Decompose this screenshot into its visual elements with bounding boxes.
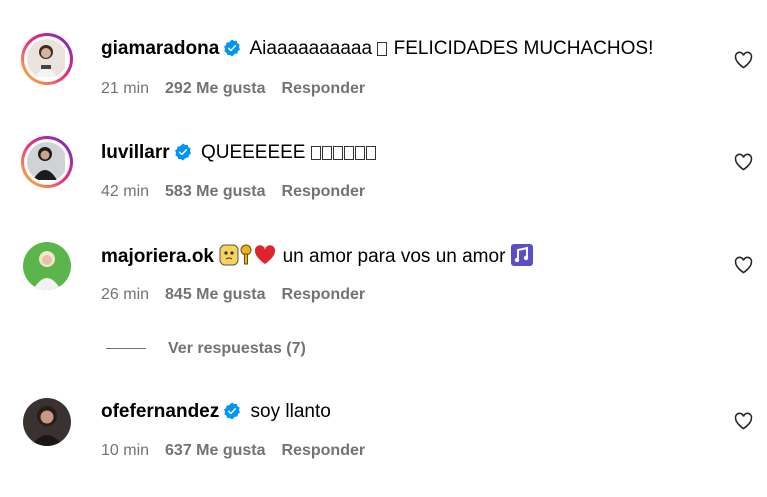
comment-text: un amor para vos un amor	[282, 246, 506, 267]
heart-outline-icon[interactable]	[734, 256, 753, 274]
username[interactable]: ofefernandez	[101, 401, 219, 422]
reply-button[interactable]: Responder	[282, 286, 366, 303]
avatar-ofefernandez[interactable]	[23, 398, 71, 446]
avatar-photo	[27, 142, 65, 180]
verified-badge-icon	[224, 402, 241, 420]
reply-button[interactable]: Responder	[282, 183, 366, 200]
view-replies-button[interactable]: Ver respuestas (7)	[106, 338, 306, 360]
avatar-giamaradona[interactable]	[21, 33, 73, 85]
comment-time: 42 min	[101, 183, 150, 200]
comment-meta: 10 min 637 Me gusta Responder	[101, 441, 381, 461]
heart-outline-icon[interactable]	[734, 153, 753, 171]
verified-badge-icon	[174, 143, 191, 161]
comment-time: 26 min	[101, 286, 150, 303]
comment-text-line: ofefernandez soy llanto	[101, 400, 331, 424]
music-notes-emoji-icon	[510, 244, 533, 266]
comment-text-end: FELICIDADES MUCHACHOS!	[393, 38, 654, 59]
avatar-photo	[23, 242, 71, 290]
username[interactable]: luvillarr	[101, 142, 170, 163]
likes-count[interactable]: 292 Me gusta	[165, 80, 265, 97]
comment-time: 10 min	[101, 442, 150, 459]
avatar-photo	[23, 398, 71, 446]
comment-text: QUEEEEEE	[200, 142, 306, 163]
heart-outline-icon[interactable]	[734, 412, 753, 430]
missing-glyph-icon	[377, 42, 388, 56]
likes-count[interactable]: 583 Me gusta	[165, 183, 265, 200]
comment-meta: 42 min 583 Me gusta Responder	[101, 182, 381, 202]
crying-face-emoji-icon	[219, 244, 239, 266]
key-emoji-icon	[240, 244, 252, 265]
verified-badge-icon	[224, 39, 241, 57]
reply-button[interactable]: Responder	[282, 442, 366, 459]
avatar-majoriera[interactable]	[23, 242, 71, 290]
comment-text: soy llanto	[250, 401, 331, 422]
avatar-luvillarr[interactable]	[21, 136, 73, 188]
red-heart-emoji-icon	[255, 245, 276, 264]
comment-text-start: Aiaaaaaaaaaa	[249, 38, 373, 59]
missing-glyphs	[310, 142, 377, 163]
username[interactable]: giamaradona	[101, 38, 219, 59]
reply-button[interactable]: Responder	[282, 80, 366, 97]
avatar-photo	[27, 39, 65, 77]
comment-meta: 21 min 292 Me gusta Responder	[101, 79, 381, 99]
heart-outline-icon[interactable]	[734, 51, 753, 69]
replies-divider	[106, 348, 146, 350]
comment-text-line: majoriera.ok un amor para vos un amor	[101, 244, 533, 269]
view-replies-label: Ver respuestas (7)	[168, 340, 306, 357]
likes-count[interactable]: 637 Me gusta	[165, 442, 265, 459]
comment-text-line: luvillarr QUEEEEEE	[101, 141, 377, 165]
comment-text-line: giamaradona Aiaaaaaaaaaa FELICIDADES MUC…	[101, 37, 653, 61]
comment-time: 21 min	[101, 80, 150, 97]
username[interactable]: majoriera.ok	[101, 246, 214, 267]
likes-count[interactable]: 845 Me gusta	[165, 286, 265, 303]
comment-meta: 26 min 845 Me gusta Responder	[101, 285, 381, 305]
